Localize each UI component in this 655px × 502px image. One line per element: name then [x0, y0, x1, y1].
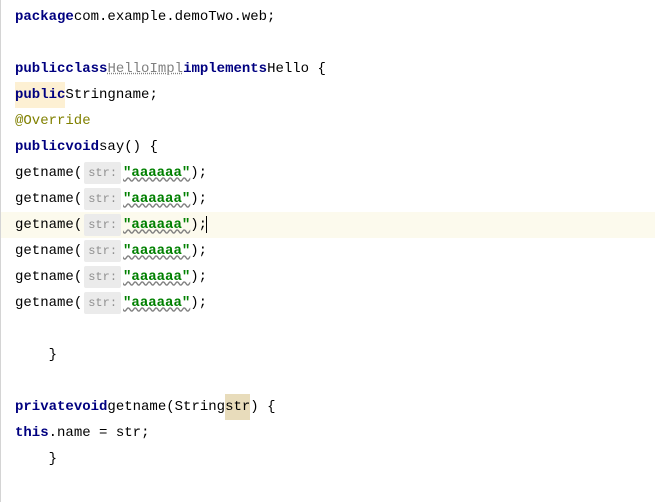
- param-type: String: [175, 394, 225, 421]
- keyword-class: class: [65, 56, 107, 83]
- code-line[interactable]: }: [15, 446, 655, 472]
- code-line-empty[interactable]: [15, 368, 655, 394]
- param-hint: str:: [84, 292, 121, 315]
- keyword-package: package: [15, 4, 74, 31]
- keyword-private: private: [15, 394, 74, 421]
- param-hint: str:: [84, 240, 121, 263]
- code-line[interactable]: }: [15, 342, 655, 368]
- annotation-override: @Override: [15, 108, 91, 135]
- field-ref: name: [57, 420, 91, 447]
- method-call-getname: getname: [15, 290, 74, 317]
- code-line[interactable]: getname(str: "aaaaaa");: [15, 290, 655, 316]
- keyword-void: void: [74, 394, 108, 421]
- code-editor[interactable]: package com.example.demoTwo.web; public …: [1, 0, 655, 476]
- keyword-void: void: [65, 134, 99, 161]
- param-hint: str:: [84, 162, 121, 185]
- code-line[interactable]: this.name = str;: [15, 420, 655, 446]
- method-call-getname: getname: [15, 264, 74, 291]
- string-literal: "aaaaaa": [123, 264, 190, 291]
- package-name: com.example.demoTwo.web: [74, 4, 267, 31]
- method-call-getname: getname: [15, 160, 74, 187]
- text-caret: [206, 216, 207, 233]
- keyword-public: public: [15, 134, 65, 161]
- code-line[interactable]: getname(str: "aaaaaa");: [15, 238, 655, 264]
- string-literal: "aaaaaa": [123, 238, 190, 265]
- code-line[interactable]: getname(str: "aaaaaa");: [15, 186, 655, 212]
- code-line-empty[interactable]: [15, 316, 655, 342]
- code-line-current[interactable]: getname(str: "aaaaaa");: [15, 212, 655, 238]
- keyword-public-hl: public: [15, 82, 65, 109]
- method-say: say: [99, 134, 124, 161]
- param-hint: str:: [84, 214, 121, 237]
- code-line[interactable]: getname(str: "aaaaaa");: [15, 160, 655, 186]
- field-type: String: [65, 82, 115, 109]
- code-line[interactable]: private void getname(String str) {: [15, 394, 655, 420]
- code-line[interactable]: @Override: [15, 108, 655, 134]
- method-call-getname: getname: [15, 212, 74, 239]
- param-hint: str:: [84, 266, 121, 289]
- code-line[interactable]: public class HelloImpl implements Hello …: [15, 56, 655, 82]
- string-literal: "aaaaaa": [123, 186, 190, 213]
- string-literal: "aaaaaa": [123, 212, 190, 239]
- string-literal: "aaaaaa": [123, 290, 190, 317]
- string-literal: "aaaaaa": [123, 160, 190, 187]
- var-ref: str: [116, 420, 141, 447]
- param-hint: str:: [84, 188, 121, 211]
- class-name: HelloImpl: [107, 56, 183, 83]
- keyword-public: public: [15, 56, 65, 83]
- keyword-implements: implements: [183, 56, 267, 83]
- method-call-getname: getname: [15, 238, 74, 265]
- code-line[interactable]: public String name;: [15, 82, 655, 108]
- field-name: name: [116, 82, 150, 109]
- interface-name: Hello: [267, 56, 309, 83]
- code-line[interactable]: package com.example.demoTwo.web;: [15, 4, 655, 30]
- param-name: str: [225, 394, 250, 421]
- keyword-this: this: [15, 420, 49, 447]
- code-line[interactable]: getname(str: "aaaaaa");: [15, 264, 655, 290]
- code-line-empty[interactable]: [15, 30, 655, 56]
- method-call-getname: getname: [15, 186, 74, 213]
- code-line[interactable]: public void say() {: [15, 134, 655, 160]
- method-getname: getname: [107, 394, 166, 421]
